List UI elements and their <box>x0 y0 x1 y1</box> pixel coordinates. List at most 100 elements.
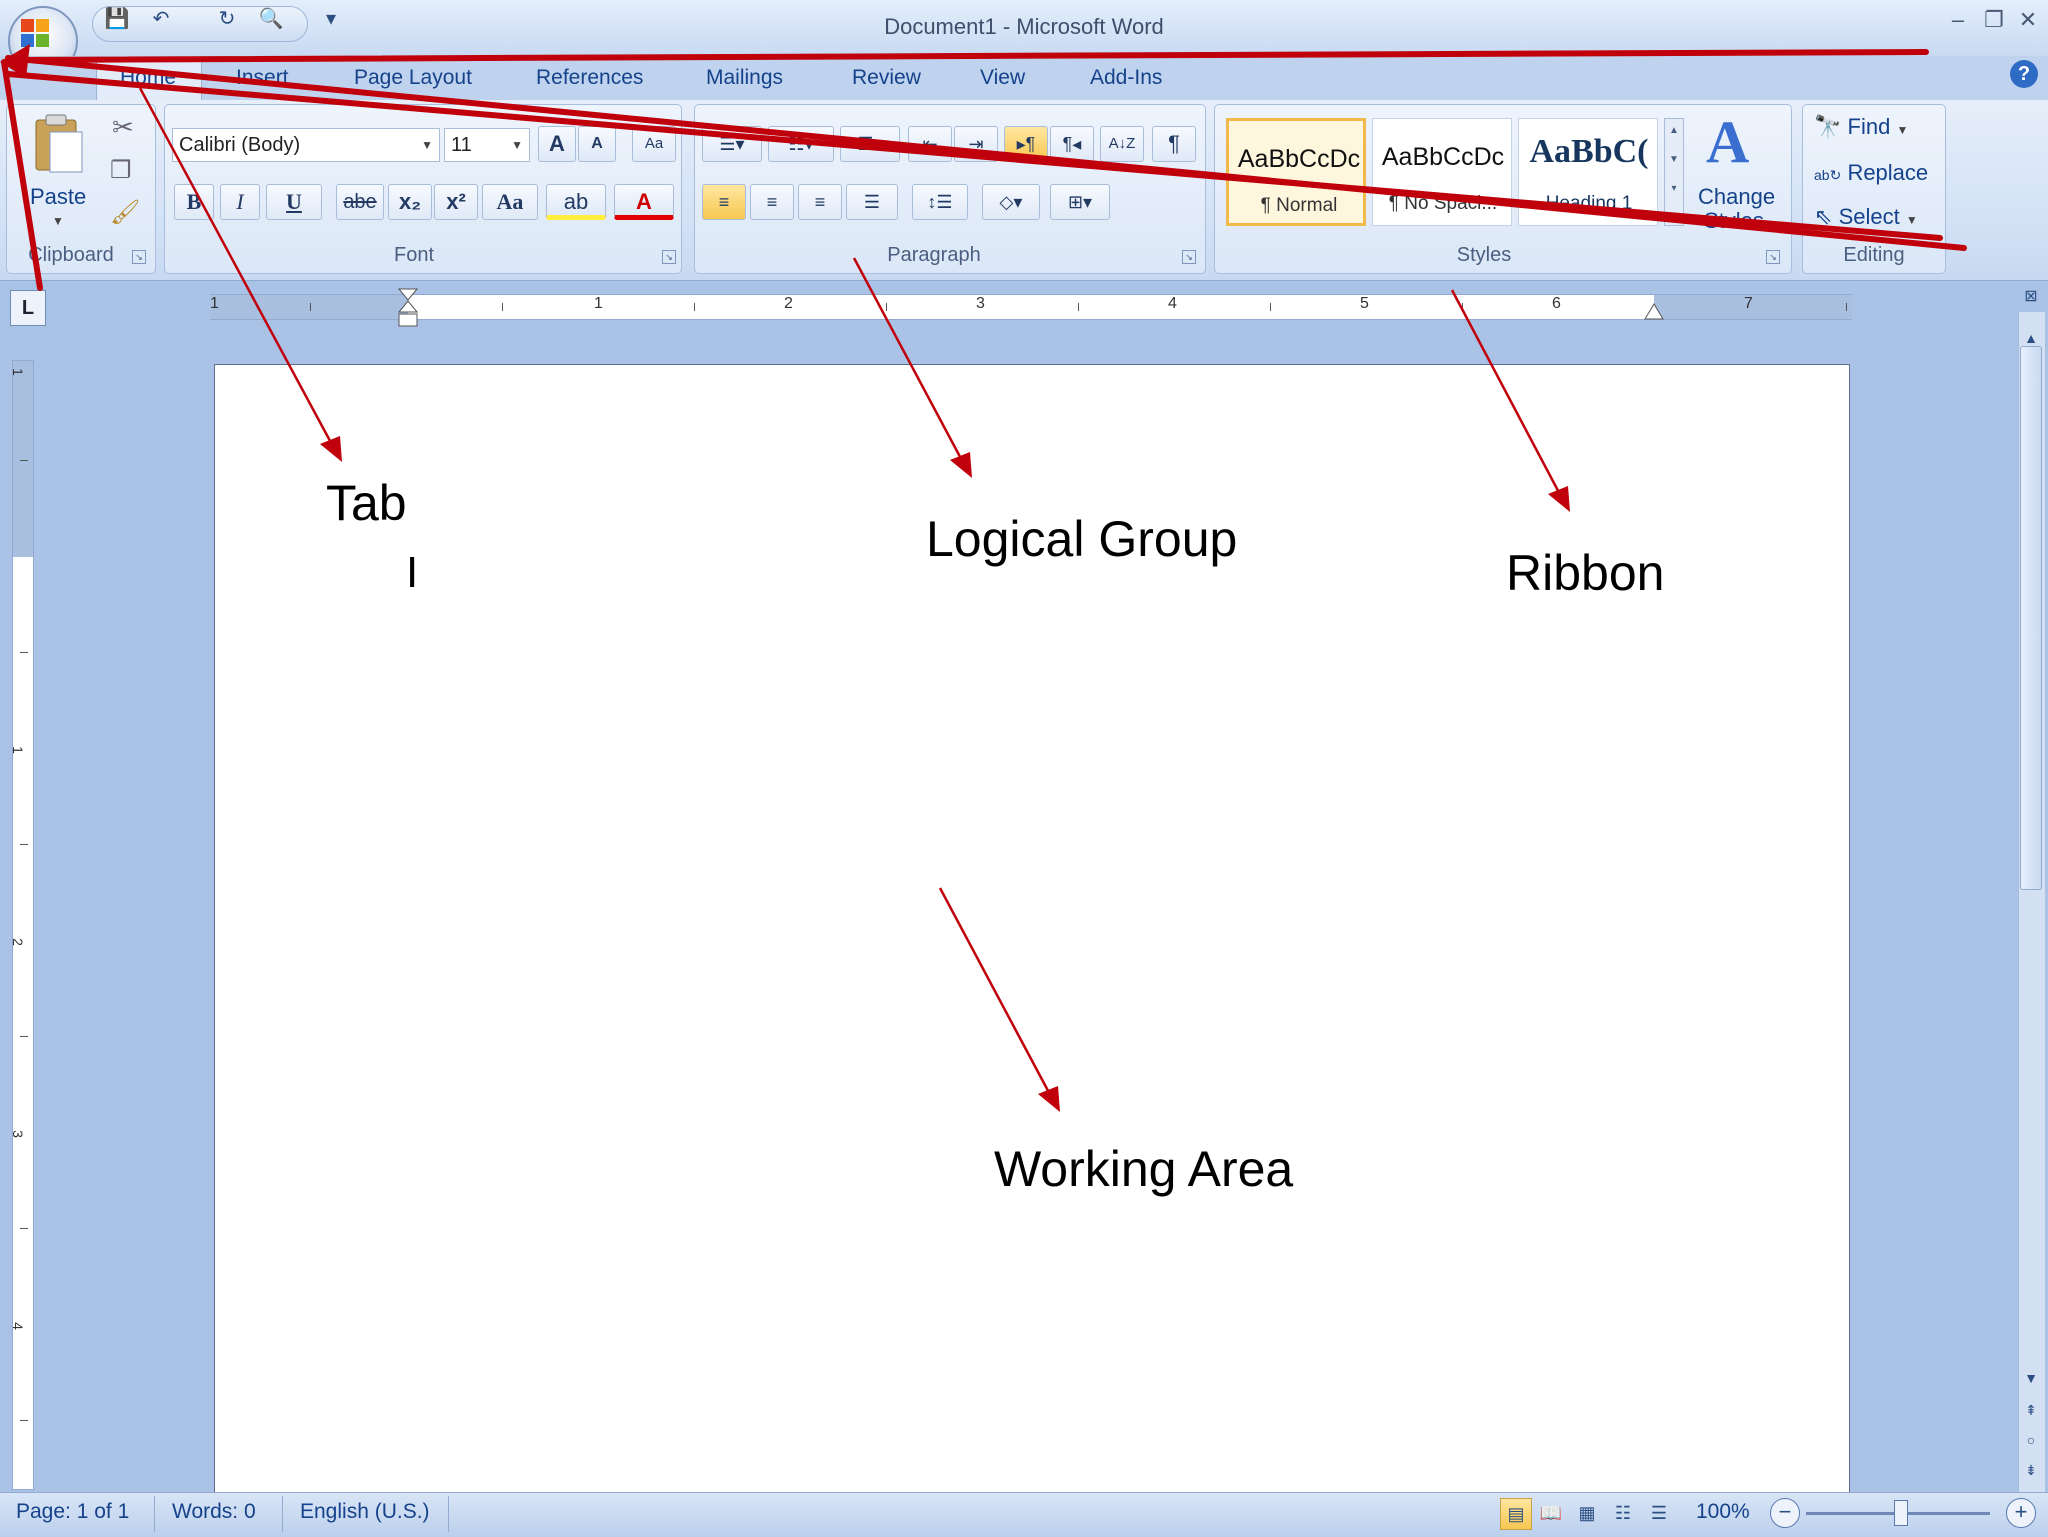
select-label: Select <box>1838 204 1900 229</box>
tab-selector-button[interactable]: L <box>10 290 46 326</box>
cut-icon[interactable]: ✂ <box>112 112 134 143</box>
change-styles-label-2[interactable]: Styles <box>1704 208 1764 228</box>
strikethrough-button[interactable]: abe <box>336 184 384 220</box>
right-indent-marker-icon[interactable] <box>1644 302 1664 320</box>
tab-page-layout[interactable]: Page Layout <box>354 66 472 90</box>
style-no-spacing[interactable]: AaBbCcDc ¶ No Spaci... <box>1372 118 1512 226</box>
font-name-combo[interactable]: Calibri (Body) ▼ <box>172 128 440 162</box>
minimize-button[interactable]: – <box>1942 6 1974 34</box>
line-spacing-button[interactable]: ↕☰ <box>912 184 968 220</box>
font-launcher-icon[interactable]: ↘ <box>662 250 676 264</box>
font-size-combo[interactable]: 11 ▼ <box>444 128 530 162</box>
status-words[interactable]: Words: 0 <box>172 1500 256 1524</box>
next-page-icon[interactable]: ⇟ <box>2020 1458 2042 1482</box>
change-case-button[interactable]: Aa <box>482 184 538 220</box>
paragraph-group-label: Paragraph <box>887 244 981 266</box>
paste-icon[interactable] <box>30 112 86 176</box>
show-hide-button[interactable]: ¶ <box>1152 126 1196 162</box>
bold-button[interactable]: B <box>174 184 214 220</box>
styles-group-label: Styles <box>1456 244 1512 266</box>
print-layout-icon[interactable]: ▤ <box>1500 1498 1532 1530</box>
styles-launcher-icon[interactable]: ↘ <box>1766 250 1780 264</box>
tab-home[interactable]: Home <box>120 66 176 90</box>
tab-references[interactable]: References <box>536 66 643 90</box>
styles-more-icon[interactable]: ▾ <box>1665 183 1683 194</box>
zoom-level[interactable]: 100% <box>1696 1500 1750 1524</box>
select-button[interactable]: ⇖ Select ▼ <box>1814 204 1918 230</box>
align-right-button[interactable]: ≡ <box>798 184 842 220</box>
horizontal-ruler[interactable] <box>210 294 1852 320</box>
font-size-caret[interactable]: ▼ <box>511 129 523 161</box>
rtl-button[interactable]: ¶◂ <box>1050 126 1094 162</box>
ruler-number: 5 <box>1360 295 1369 312</box>
clipboard-launcher-icon[interactable]: ↘ <box>132 250 146 264</box>
change-styles-label-1[interactable]: Change <box>1698 184 1775 210</box>
change-styles-icon[interactable]: A <box>1706 108 1749 177</box>
status-language[interactable]: English (U.S.) <box>300 1500 430 1524</box>
styles-scroll-up-icon[interactable]: ▲ <box>1665 125 1683 136</box>
zoom-slider-thumb[interactable] <box>1894 1500 1908 1526</box>
status-page[interactable]: Page: 1 of 1 <box>16 1500 129 1524</box>
tab-review[interactable]: Review <box>852 66 921 90</box>
paste-dropdown-caret[interactable]: ▼ <box>52 214 64 228</box>
paste-label[interactable]: Paste <box>30 184 86 210</box>
save-icon[interactable]: 💾 <box>104 8 130 30</box>
print-preview-icon[interactable]: 🔍 <box>258 8 284 30</box>
tab-add-ins[interactable]: Add-Ins <box>1090 66 1162 90</box>
customize-qat-icon[interactable]: ▾ <box>318 8 344 30</box>
copy-icon[interactable]: ❐ <box>110 156 132 185</box>
scroll-down-icon[interactable]: ▼ <box>2020 1366 2042 1390</box>
sort-button[interactable]: A↓Z <box>1100 126 1144 162</box>
find-button[interactable]: 🔭 Find ▼ <box>1814 114 1908 140</box>
style-heading-1[interactable]: AaBbC( Heading 1 <box>1518 118 1658 226</box>
web-layout-icon[interactable]: ▦ <box>1572 1498 1602 1528</box>
paragraph-launcher-icon[interactable]: ↘ <box>1182 250 1196 264</box>
numbering-button[interactable]: ☷▾ <box>768 126 834 162</box>
superscript-button[interactable]: x² <box>434 184 478 220</box>
multilevel-list-button[interactable]: ☰▾ <box>840 126 900 162</box>
font-color-button[interactable]: A <box>614 184 674 220</box>
replace-button[interactable]: ab↻ Replace <box>1814 160 1928 186</box>
justify-button[interactable]: ☰ <box>846 184 898 220</box>
redo-icon[interactable]: ↻ <box>214 8 240 30</box>
styles-scroll[interactable]: ▲ ▼ ▾ <box>1664 118 1684 226</box>
tab-insert[interactable]: Insert <box>236 66 289 90</box>
tab-view[interactable]: View <box>980 66 1025 90</box>
indent-marker-icon[interactable] <box>398 288 418 332</box>
highlight-button[interactable]: ab <box>546 184 606 220</box>
grow-font-button[interactable]: A <box>538 126 576 162</box>
draft-view-icon[interactable]: ☰ <box>1644 1498 1674 1528</box>
view-ruler-icon[interactable]: ⊠ <box>2020 286 2042 308</box>
tab-mailings[interactable]: Mailings <box>706 66 783 90</box>
clear-formatting-button[interactable]: Aa <box>632 126 676 162</box>
increase-indent-button[interactable]: ⇥ <box>954 126 998 162</box>
format-painter-icon[interactable]: 🖌 <box>110 198 140 227</box>
font-name-value: Calibri (Body) <box>179 134 301 156</box>
bullets-button[interactable]: ☰▾ <box>702 126 762 162</box>
full-screen-reading-icon[interactable]: 📖 <box>1536 1498 1566 1528</box>
outline-view-icon[interactable]: ☷ <box>1608 1498 1638 1528</box>
close-button[interactable]: ✕ <box>2012 6 2044 34</box>
italic-button[interactable]: I <box>220 184 260 220</box>
ltr-button[interactable]: ▸¶ <box>1004 126 1048 162</box>
subscript-button[interactable]: x₂ <box>388 184 432 220</box>
undo-icon[interactable]: ↶ <box>148 8 174 30</box>
scroll-thumb[interactable] <box>2020 346 2042 890</box>
align-left-button[interactable]: ≡ <box>702 184 746 220</box>
zoom-in-button[interactable]: + <box>2006 1498 2036 1528</box>
shrink-font-button[interactable]: A <box>578 126 616 162</box>
restore-button[interactable]: ❐ <box>1978 6 2010 34</box>
ruler-tick <box>694 303 695 311</box>
zoom-out-button[interactable]: − <box>1770 1498 1800 1528</box>
borders-button[interactable]: ⊞▾ <box>1050 184 1110 220</box>
shading-button[interactable]: ◇▾ <box>982 184 1040 220</box>
style-normal[interactable]: AaBbCcDc ¶ Normal <box>1226 118 1366 226</box>
browse-object-icon[interactable]: ○ <box>2020 1428 2042 1452</box>
decrease-indent-button[interactable]: ⇤ <box>908 126 952 162</box>
underline-button[interactable]: U <box>266 184 322 220</box>
font-name-caret[interactable]: ▼ <box>421 129 433 161</box>
styles-scroll-down-icon[interactable]: ▼ <box>1665 154 1683 165</box>
align-center-button[interactable]: ≡ <box>750 184 794 220</box>
previous-page-icon[interactable]: ⇞ <box>2020 1398 2042 1422</box>
help-icon[interactable]: ? <box>2010 60 2038 88</box>
